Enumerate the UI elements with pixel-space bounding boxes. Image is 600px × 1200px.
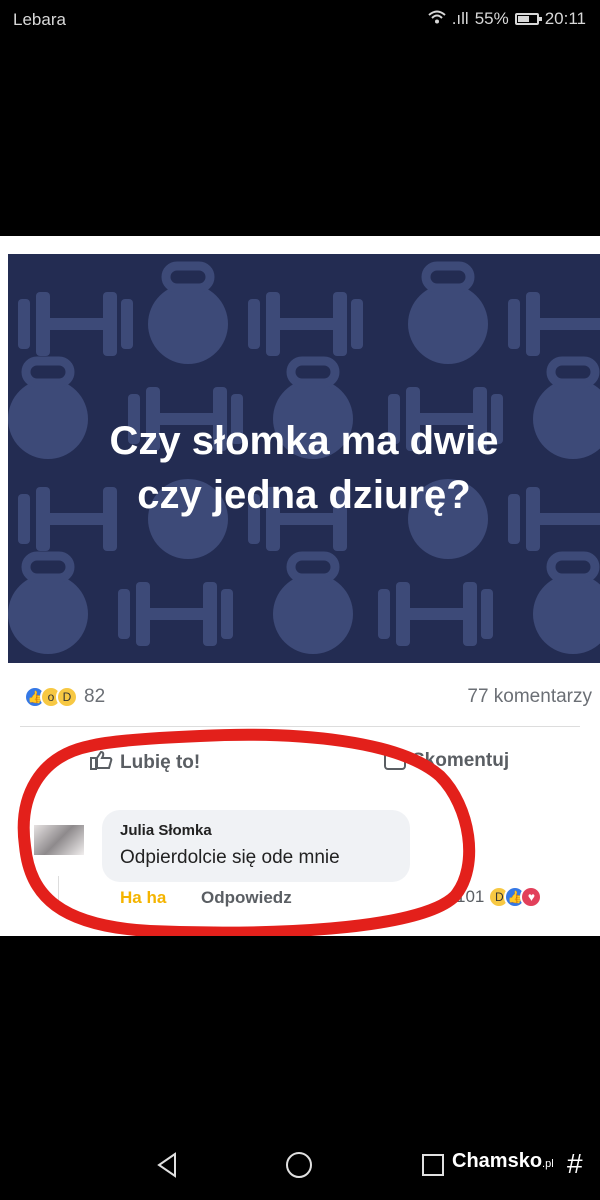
battery-percent: 55% <box>474 9 509 28</box>
hash-icon: # <box>567 1148 583 1179</box>
clock: 20:11 <box>544 9 586 28</box>
back-icon[interactable] <box>155 1152 179 1183</box>
android-nav-bar: Chamsko.pl # <box>0 1130 600 1200</box>
wifi-icon <box>428 9 446 29</box>
recent-apps-icon[interactable] <box>422 1154 444 1176</box>
carrier-label: Lebara <box>13 10 66 29</box>
status-indicators: .ıll 55% 20:11 <box>428 9 586 29</box>
status-bar: Lebara .ıll 55% 20:11 <box>0 0 600 40</box>
home-icon[interactable] <box>286 1152 312 1178</box>
watermark: Chamsko.pl <box>452 1150 554 1172</box>
facebook-post: Czy słomka ma dwie czy jedna dziurę? 👍 o… <box>0 236 600 936</box>
red-marker-circle <box>17 728 476 936</box>
signal-icon: .ıll <box>451 9 469 28</box>
battery-icon <box>514 13 542 25</box>
